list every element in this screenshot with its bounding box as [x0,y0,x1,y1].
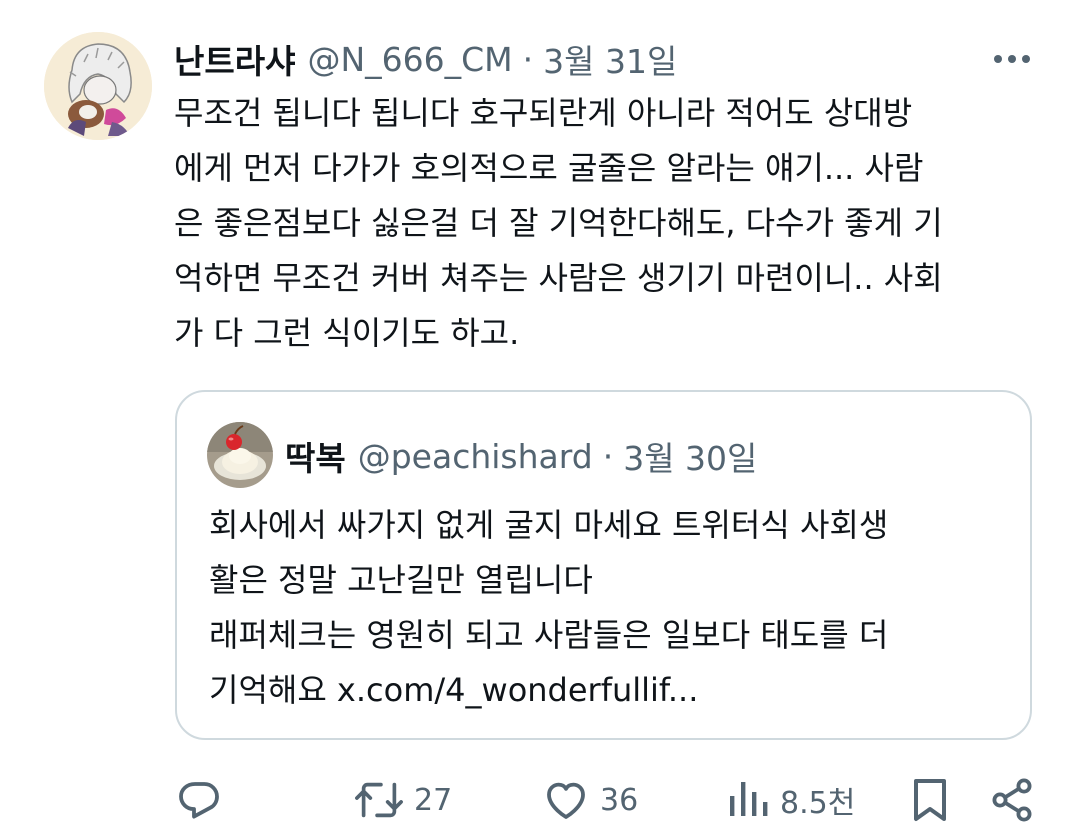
retweet-count: 27 [414,782,453,818]
views-icon [730,782,768,816]
quote-user-handle[interactable]: @peachishard [358,437,593,476]
tweet-header: 난트라샤 @N_666_CM · 3월 31일 [174,36,677,82]
quoted-tweet[interactable]: 딱복 @peachishard · 3월 30일 회사에서 싸가지 없게 굴지 … [175,390,1032,740]
display-name[interactable]: 난트라샤 [174,35,295,83]
share-button[interactable] [988,776,1036,824]
quote-text: 회사에서 싸가지 없게 굴지 마세요 트위터식 사회생 활은 정말 고난길만 열… [209,506,889,709]
heart-icon [547,782,585,819]
quote-avatar[interactable] [207,422,273,488]
avatar[interactable] [44,32,152,140]
share-icon [992,778,1032,822]
quote-date[interactable]: 3월 30일 [623,432,757,480]
reply-icon [179,782,219,819]
bookmark-icon [914,779,946,821]
views-count: 8.5천 [780,786,856,821]
quote-display-name[interactable]: 딱복 [285,432,346,480]
action-bar: 27 36 8.5천 [0,770,1080,830]
quote-avatar-image [207,422,273,488]
avatar-image [44,32,152,140]
user-handle[interactable]: @N_666_CM [307,40,512,79]
bookmark-button[interactable] [910,776,950,824]
tweet[interactable]: 난트라샤 @N_666_CM · 3월 31일 무조건 됩니다 됩니다 호구되란… [0,0,1080,830]
quote-separator-dot: · [602,436,614,476]
tweet-date[interactable]: 3월 31일 [543,35,677,83]
tweet-text: 무조건 됩니다 됩니다 호구되란게 아니라 적어도 상대방 에게 먼저 다가가 … [174,94,943,352]
reply-button[interactable] [176,776,224,824]
quote-header: 딱복 @peachishard · 3월 30일 [285,432,757,480]
retweet-button[interactable]: 27 [354,776,452,824]
more-options-icon[interactable] [990,44,1034,74]
like-count: 36 [600,782,639,818]
like-button[interactable]: 36 [542,776,638,824]
separator-dot: · [522,39,534,79]
views-button[interactable]: 8.5천 [726,776,855,824]
retweet-icon [355,782,403,818]
